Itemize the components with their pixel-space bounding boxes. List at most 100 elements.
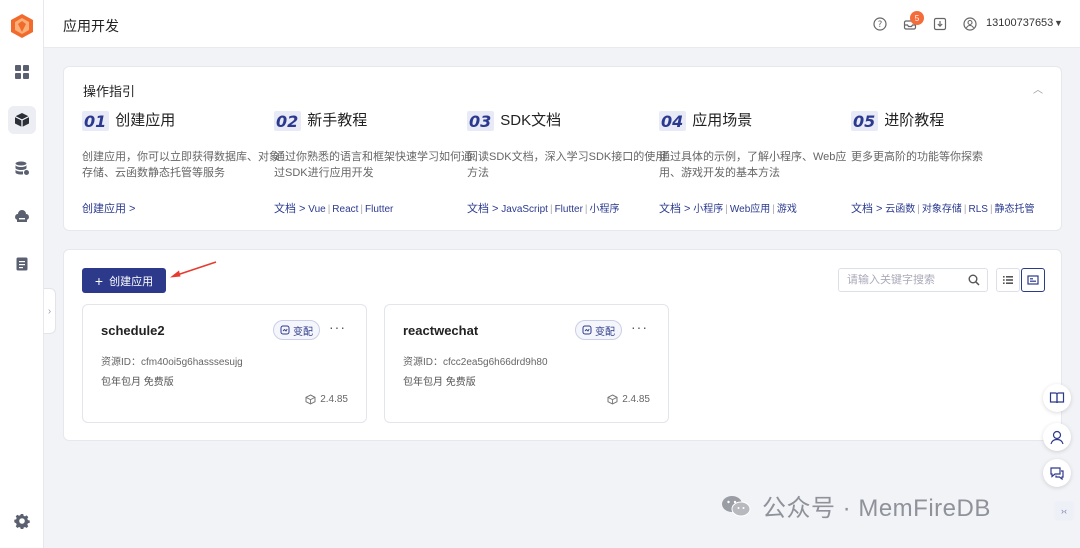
step-description: 阅读SDK文档，深入学习SDK接口的使用方法 — [467, 151, 667, 179]
step-lead-link[interactable]: 文档 > — [274, 203, 305, 215]
step-link[interactable]: Vue — [308, 204, 325, 215]
logo-icon[interactable] — [10, 13, 34, 39]
search-box — [838, 268, 988, 292]
step-link[interactable]: 对象存储 — [922, 204, 962, 215]
plus-icon: + — [94, 272, 104, 289]
app-name: schedule2 — [101, 323, 165, 338]
config-icon — [582, 325, 592, 335]
resource-id: 资源ID：cfcc2ea5g6h66drd9h80 — [403, 357, 548, 368]
app-card[interactable]: schedule2 变配 ··· 资源ID：cfm40oi5g6hasssesu… — [82, 304, 367, 423]
username[interactable]: 13100737653 — [986, 17, 1053, 29]
sidebar — [0, 0, 44, 548]
guide-step: 05 进阶教程 更多更高阶的功能等你探索 文档 > 云函数 | 对象存储 | RLS | 静态… — [851, 107, 1044, 215]
billing-plan: 包年包月 免费版 — [101, 377, 174, 388]
top-header: 应用开发 ? 5 13100737653 ▼ — [44, 0, 1080, 48]
version-number: 2.4.85 — [320, 394, 348, 405]
change-config-tag[interactable]: 变配 — [575, 320, 622, 340]
step-link[interactable]: Flutter — [555, 204, 583, 215]
docs-book-icon[interactable] — [1043, 384, 1071, 412]
more-options-icon[interactable]: ··· — [329, 319, 346, 335]
version-info: 2.4.85 — [305, 394, 348, 405]
chevron-right-icon: › — [47, 305, 52, 317]
step-lead-link[interactable]: 创建应用 > — [82, 203, 135, 215]
step-lead-link[interactable]: 文档 > — [851, 203, 882, 215]
step-link[interactable]: 静态托管 — [995, 204, 1035, 215]
version-info: 2.4.85 — [607, 394, 650, 405]
create-app-label: 创建应用 — [109, 275, 154, 288]
app-cube-icon[interactable] — [8, 106, 36, 134]
app-list-panel: + 创建应用 schedule2 变配 ··· 资源ID：cfm40oi5g6h… — [63, 249, 1062, 441]
version-cube-icon — [305, 394, 316, 405]
search-icon[interactable] — [968, 274, 980, 286]
chat-bubble-icon[interactable] — [1043, 459, 1071, 487]
version-cube-icon — [607, 394, 618, 405]
notification-count-badge: 5 — [910, 11, 924, 25]
version-number: 2.4.85 — [622, 394, 650, 405]
sidebar-expand-handle[interactable]: › — [44, 288, 56, 334]
step-link[interactable]: JavaScript — [501, 204, 548, 215]
step-title: 进阶教程 — [884, 111, 945, 129]
step-number: 04 — [659, 111, 687, 131]
create-app-button[interactable]: + 创建应用 — [82, 268, 166, 293]
app-card[interactable]: reactwechat 变配 ··· 资源ID：cfcc2ea5g6h66drd… — [384, 304, 669, 423]
expand-toolbar-icon[interactable]: ›‹ — [1054, 501, 1074, 521]
watermark: 公众号 · MemFireDB — [720, 488, 991, 523]
caret-down-icon[interactable]: ▼ — [1054, 18, 1063, 28]
step-title: 创建应用 — [115, 111, 176, 129]
step-links: 创建应用 > — [82, 200, 282, 216]
guide-step: 04 应用场景 通过具体的示例，了解小程序、Web应用、游戏开发的基本方法 文档 … — [659, 107, 852, 215]
step-lead-link[interactable]: 文档 > — [467, 203, 498, 215]
step-link[interactable]: Flutter — [365, 204, 393, 215]
step-description: 通过具体的示例，了解小程序、Web应用、游戏开发的基本方法 — [659, 151, 847, 179]
list-view-icon[interactable] — [996, 268, 1020, 292]
step-lead-link[interactable]: 文档 > — [659, 203, 690, 215]
step-link[interactable]: RLS — [968, 204, 987, 215]
help-icon[interactable]: ? — [871, 15, 889, 33]
database-icon[interactable] — [8, 154, 36, 182]
config-icon — [280, 325, 290, 335]
step-link[interactable]: 小程序 — [693, 204, 723, 215]
billing-plan: 包年包月 免费版 — [403, 377, 476, 388]
user-avatar-icon[interactable] — [961, 15, 979, 33]
tag-label: 变配 — [595, 326, 615, 338]
guide-step: 03 SDK文档 阅读SDK文档，深入学习SDK接口的使用方法 文档 > Java… — [467, 107, 666, 215]
customer-service-icon[interactable] — [1043, 423, 1071, 451]
step-link[interactable]: React — [332, 204, 358, 215]
step-links: 文档 > 云函数 | 对象存储 | RLS | 静态托管 — [851, 203, 1035, 215]
step-description: 更多更高阶的功能等你探索 — [851, 151, 983, 163]
step-title: 应用场景 — [692, 111, 753, 129]
step-number: 01 — [82, 111, 110, 131]
step-link[interactable]: 游戏 — [777, 204, 797, 215]
guide-step: 01 创建应用 创建应用，你可以立即获得数据库、对象存储、云函数静态托管等服务 创… — [82, 107, 280, 215]
step-link[interactable]: 小程序 — [590, 204, 620, 215]
step-links: 文档 > JavaScript | Flutter | 小程序 — [467, 203, 620, 215]
step-link[interactable]: Web应用 — [730, 204, 770, 215]
operation-guide-panel: 操作指引 ︿ 01 创建应用 创建应用，你可以立即获得数据库、对象存储、云函数静态… — [63, 66, 1062, 231]
download-icon[interactable] — [931, 15, 949, 33]
card-view-icon[interactable] — [1021, 268, 1045, 292]
step-number: 05 — [851, 111, 879, 131]
red-arrow-annotation-icon — [170, 261, 217, 278]
svg-text:?: ? — [878, 20, 883, 30]
more-options-icon[interactable]: ··· — [631, 319, 648, 335]
change-config-tag[interactable]: 变配 — [273, 320, 320, 340]
step-title: 新手教程 — [307, 111, 368, 129]
step-number: 03 — [467, 111, 495, 131]
settings-gear-icon[interactable] — [14, 513, 30, 529]
resource-id: 资源ID：cfm40oi5g6hasssesujg — [101, 357, 243, 368]
step-number: 02 — [274, 111, 302, 131]
app-name: reactwechat — [403, 323, 479, 338]
document-icon[interactable] — [8, 250, 36, 278]
page-title: 应用开发 — [63, 18, 119, 34]
step-description: 创建应用，你可以立即获得数据库、对象存储、云函数静态托管等服务 — [82, 151, 280, 179]
tag-label: 变配 — [293, 326, 313, 338]
step-links: 文档 > Vue | React | Flutter — [274, 203, 394, 215]
step-links: 文档 > 小程序 | Web应用 | 游戏 — [659, 203, 797, 215]
chevron-up-icon[interactable]: ︿ — [1033, 81, 1043, 96]
dashboard-icon[interactable] — [8, 58, 36, 86]
step-link[interactable]: 云函数 — [885, 204, 915, 215]
guide-step: 02 新手教程 通过你熟悉的语言和框架快速学习如何通过SDK进行应用开发 文档 >… — [274, 107, 472, 215]
storage-cloud-icon[interactable] — [8, 202, 36, 230]
watermark-text: 公众号 · MemFireDB — [762, 495, 991, 522]
search-input[interactable] — [847, 274, 965, 286]
